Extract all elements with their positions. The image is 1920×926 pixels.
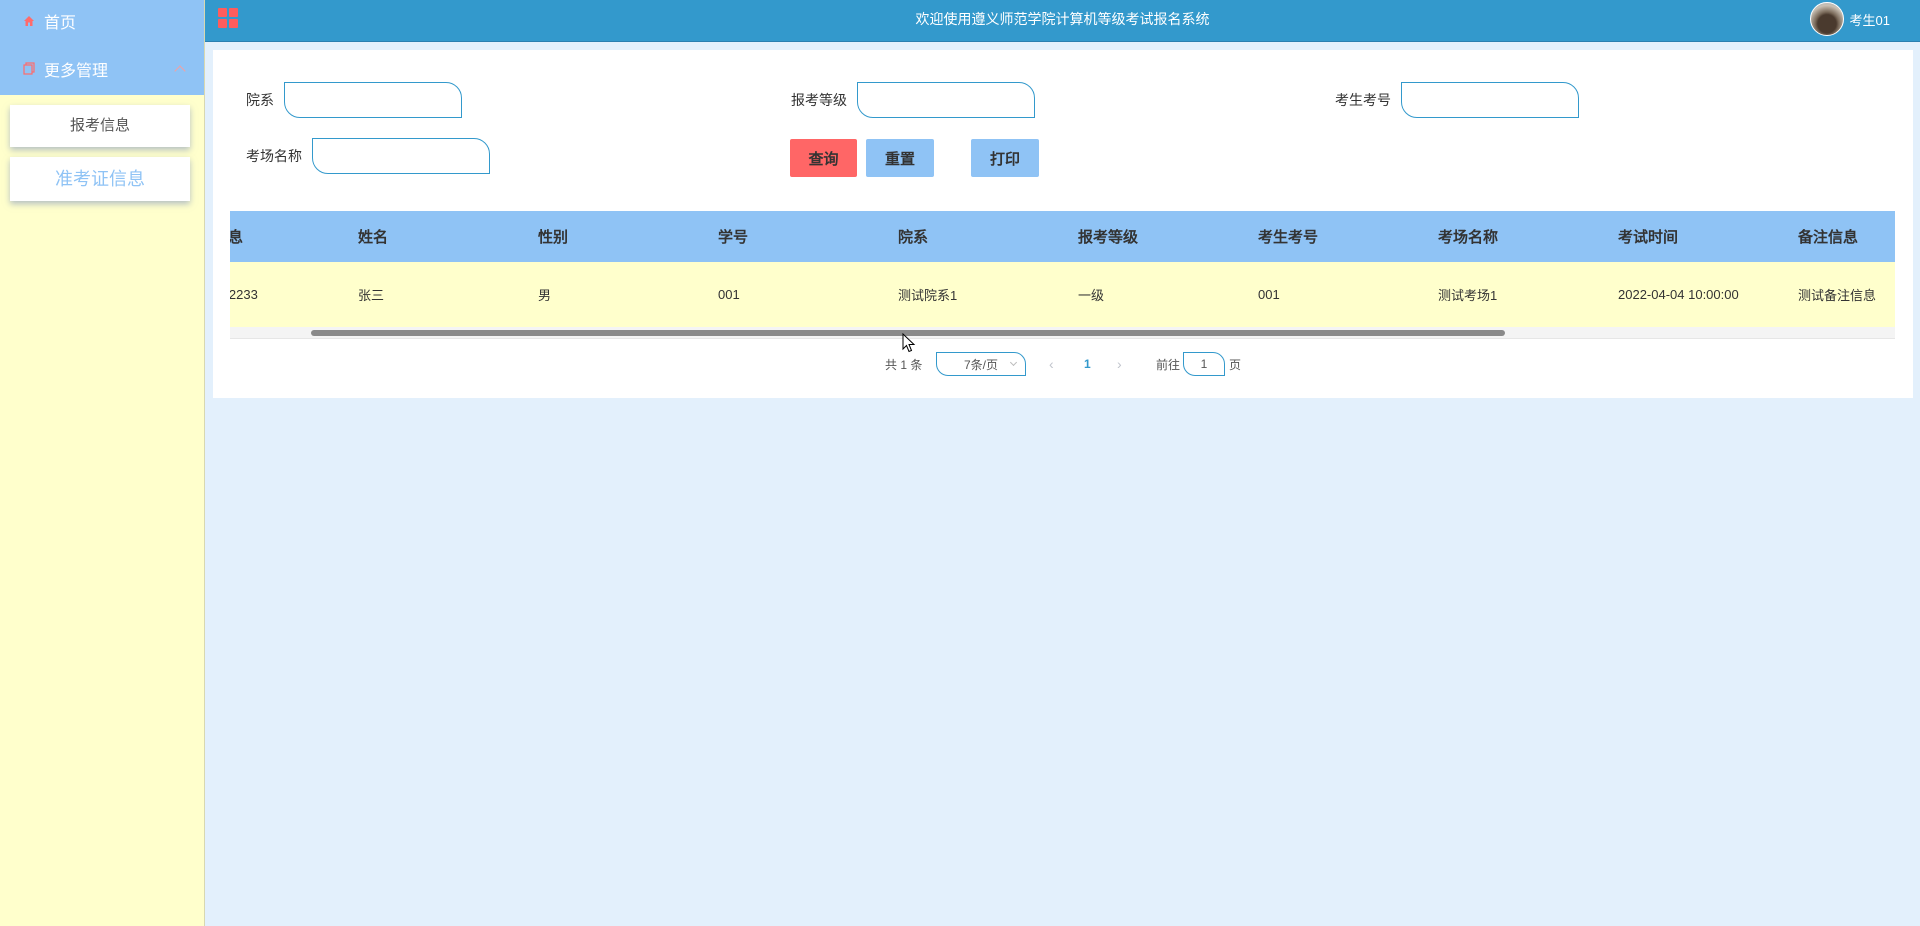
page-number-current[interactable]: 1 [1084,352,1091,376]
page-size-value: 7条/页 [963,357,998,372]
cell-student-id: 001 [718,287,740,302]
room-label: 考场名称 [246,148,302,164]
col-header-room: 考场名称 [1438,229,1499,246]
cell-remark: 测试备注信息 [1798,288,1877,303]
page-unit-label: 页 [1229,357,1242,372]
table-header: 息 姓名 性别 学号 院系 报考等级 考生考号 考场名称 考试时间 备注信息 [230,211,1895,262]
col-header-remark: 备注信息 [1798,229,1859,246]
home-icon [22,14,36,28]
chevron-up-icon [174,64,186,77]
col-header-exam-no: 考生考号 [1258,229,1319,246]
filter-dept: 院系 [246,82,462,118]
dept-label: 院系 [246,92,274,108]
main-card: 院系 报考等级 考生考号 考场名称 查询 重置 打印 息 姓名 性别 学号 院系… [213,50,1913,398]
col-header-name: 姓名 [358,229,389,246]
sidebar-menu: 首页 更多管理 [0,0,204,95]
sidebar: 首页 更多管理 报考信息 准考证信息 [0,0,205,926]
cell-exam-time: 2022-04-04 10:00:00 [1618,287,1739,302]
user-info[interactable]: 考生01 [1809,2,1890,36]
sidebar-item-home-label: 首页 [44,15,77,32]
col-header-student-id: 学号 [718,229,749,246]
mouse-cursor-icon [902,333,916,353]
cell-name: 张三 [358,288,385,303]
cell-level: 一级 [1078,288,1105,303]
search-button[interactable]: 查询 [790,139,857,177]
dept-input[interactable] [284,82,462,118]
col-header-level: 报考等级 [1078,229,1139,246]
submenu-item-registration-info[interactable]: 报考信息 [10,105,190,147]
table-row[interactable]: l2233 张三 男 001 测试院系1 一级 001 测试考场1 2022-0… [230,262,1895,327]
exam-no-label: 考生考号 [1335,92,1391,108]
col-header-dept: 院系 [898,229,929,246]
exam-no-input[interactable] [1401,82,1579,118]
cell-room: 测试考场1 [1438,288,1498,303]
cell-dept: 测试院系1 [898,288,958,303]
system-title: 欢迎使用遵义师范学院计算机等级考试报名系统 [915,11,1210,27]
pagination: 共 1 条 7条/页 ‹ 1 › 前往 1 页 [213,352,1913,376]
prev-page-icon[interactable]: ‹ [1049,352,1054,376]
print-button[interactable]: 打印 [971,139,1039,177]
data-table: 息 姓名 性别 学号 院系 报考等级 考生考号 考场名称 考试时间 备注信息 l… [230,211,1895,339]
next-page-icon[interactable]: › [1117,352,1122,376]
sidebar-item-home[interactable]: 首页 [0,0,204,42]
goto-page-input[interactable]: 1 [1183,352,1225,376]
avatar[interactable] [1809,2,1844,36]
cell-exam-no: 001 [1258,287,1280,302]
filter-level: 报考等级 [791,82,1035,118]
cell-gender: 男 [538,288,552,303]
total-count: 共 1 条 [885,357,923,372]
level-label: 报考等级 [791,92,847,108]
col-header-exam-time: 考试时间 [1618,229,1679,246]
col-header-gender: 性别 [538,229,569,246]
username: 考生01 [1849,12,1890,28]
room-input[interactable] [312,138,490,174]
horizontal-scrollbar[interactable] [230,327,1895,339]
level-input[interactable] [857,82,1035,118]
filter-room: 考场名称 [246,138,490,174]
goto-label: 前往 [1156,357,1181,372]
cell-info: l2233 [230,287,258,302]
top-header: 欢迎使用遵义师范学院计算机等级考试报名系统 考生01 [205,0,1920,42]
sidebar-item-more-management[interactable]: 更多管理 [0,42,204,95]
col-header-info: 息 [230,229,244,246]
copy-icon [22,62,36,76]
submenu-item-admission-ticket[interactable]: 准考证信息 [10,157,190,201]
chevron-down-icon [1009,358,1018,367]
sidebar-item-more-label: 更多管理 [44,62,109,80]
filter-exam-no: 考生考号 [1335,82,1579,118]
reset-button[interactable]: 重置 [866,139,934,177]
page-size-select[interactable]: 7条/页 [936,352,1026,376]
